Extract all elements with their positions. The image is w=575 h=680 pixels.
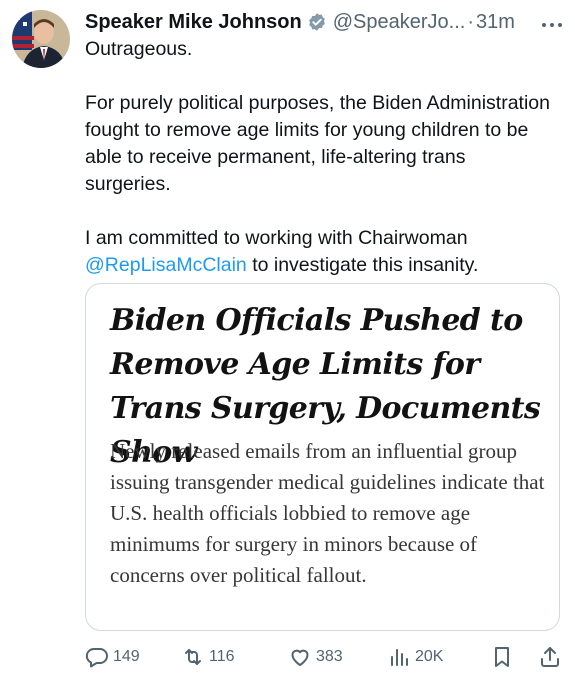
views-icon	[391, 649, 408, 666]
tweet[interactable]: Speaker Mike Johnson @SpeakerJo... · 31m…	[0, 0, 575, 680]
bookmark-button[interactable]	[490, 640, 514, 674]
verified-badge-icon[interactable]	[307, 12, 327, 32]
action-bar: 149 116 383 20K	[85, 640, 565, 674]
tweet-header: Speaker Mike Johnson @SpeakerJo... · 31m	[85, 8, 563, 36]
tweet-text: Outrageous. For purely political purpose…	[85, 36, 555, 279]
heart-icon	[291, 649, 309, 666]
tweet-paragraph-2: For purely political purposes, the Biden…	[85, 92, 550, 195]
share-icon	[541, 647, 559, 667]
tweet-line-1: Outrageous.	[85, 38, 193, 60]
repost-count: 116	[209, 648, 235, 665]
share-button[interactable]	[538, 640, 562, 674]
repost-button[interactable]: 116	[181, 640, 235, 674]
views-button[interactable]: 20K	[387, 640, 443, 674]
more-icon[interactable]	[541, 12, 563, 35]
like-count: 383	[316, 648, 343, 665]
avatar-image	[12, 10, 70, 68]
article-card[interactable]: Biden Officials Pushed to Remove Age Lim…	[85, 283, 560, 631]
paragraph-3-prefix: I am committed to working with Chairwoma…	[85, 227, 468, 249]
tweet-timestamp[interactable]: 31m	[476, 8, 515, 36]
author-handle[interactable]: @SpeakerJo...	[333, 8, 466, 36]
separator-dot: ·	[467, 11, 475, 33]
avatar[interactable]	[12, 10, 70, 68]
tweet-paragraph-3: I am committed to working with Chairwoma…	[85, 225, 555, 279]
views-count: 20K	[415, 648, 444, 665]
paragraph-3-suffix: to investigate this insanity.	[246, 254, 479, 276]
author-name[interactable]: Speaker Mike Johnson	[85, 8, 302, 36]
bookmark-icon	[495, 647, 509, 667]
reply-button[interactable]: 149	[85, 640, 140, 674]
reply-count: 149	[113, 648, 140, 665]
repost-icon	[185, 649, 201, 665]
mention-link[interactable]: @RepLisaMcClain	[85, 254, 247, 276]
like-button[interactable]: 383	[288, 640, 343, 674]
article-summary: Newly released emails from an influentia…	[110, 439, 545, 587]
reply-icon	[85, 647, 108, 668]
